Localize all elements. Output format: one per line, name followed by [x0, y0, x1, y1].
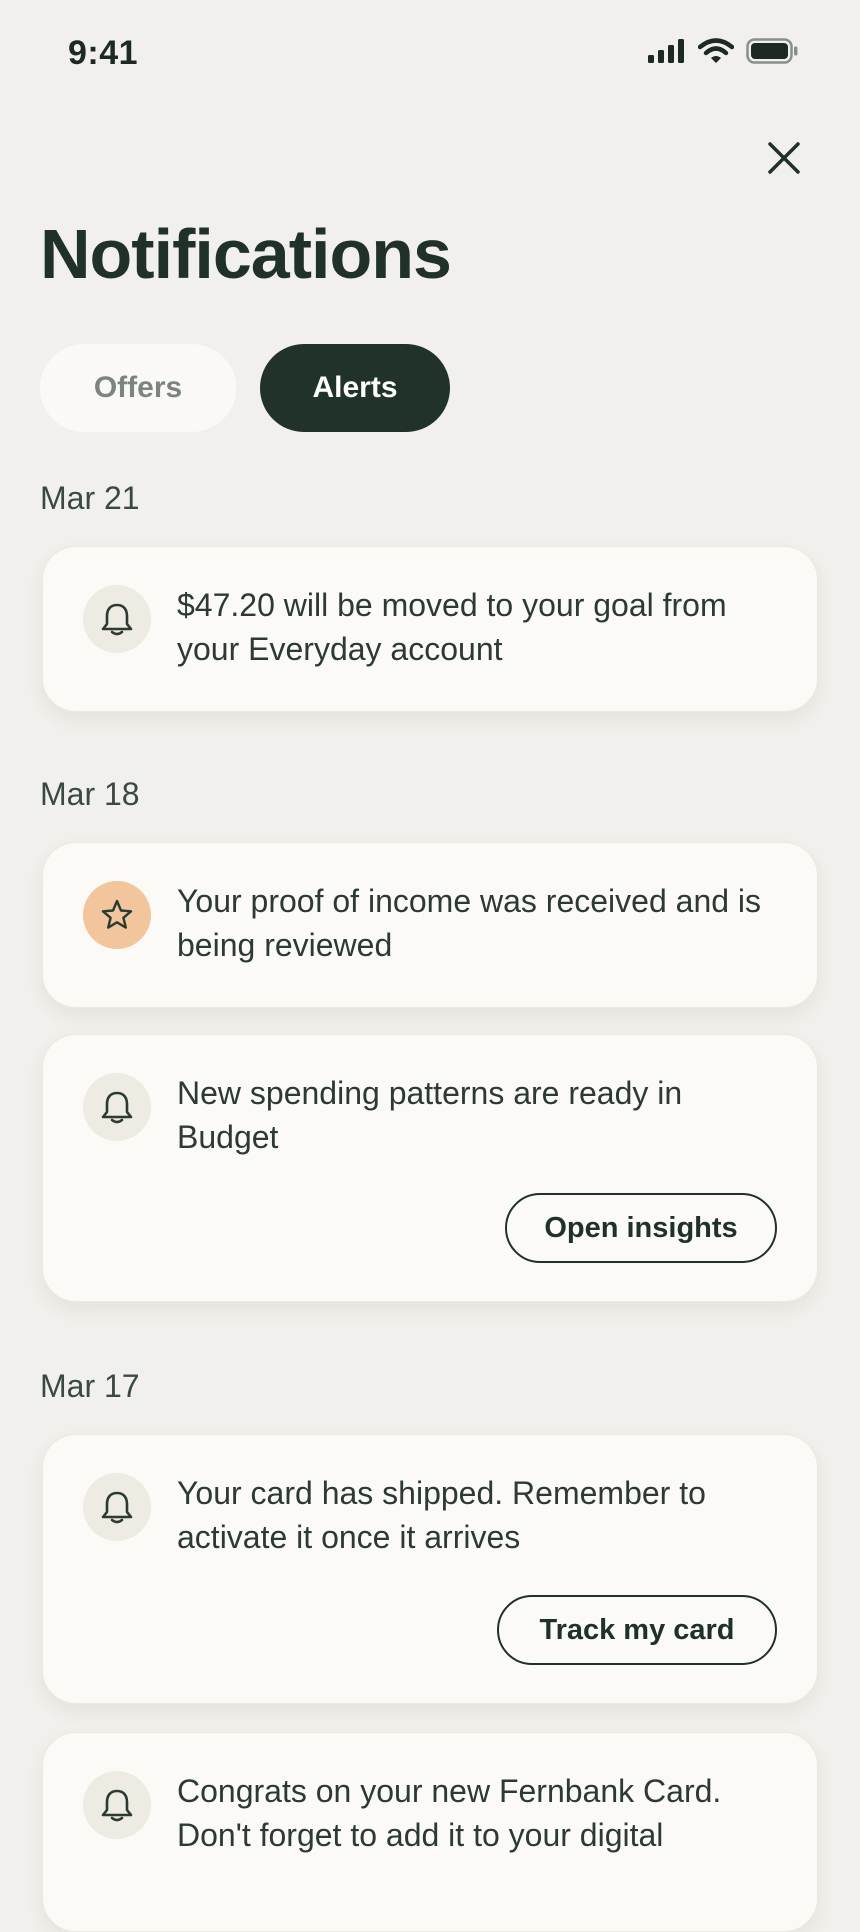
bell-icon [83, 1073, 151, 1141]
date-header: Mar 18 [40, 776, 140, 812]
close-icon [768, 142, 800, 174]
tab-alerts[interactable]: Alerts [260, 344, 450, 432]
notification-text: $47.20 will be moved to your goal from y… [177, 587, 727, 667]
status-icons [648, 38, 798, 64]
date-header: Mar 21 [40, 480, 140, 516]
tab-bar: Offers Alerts [40, 344, 450, 432]
status-bar: 9:41 [0, 0, 860, 110]
track-my-card-button[interactable]: Track my card [497, 1595, 777, 1665]
bell-icon [83, 585, 151, 653]
battery-icon [746, 38, 798, 64]
date-header: Mar 17 [40, 1368, 140, 1404]
notification-text: Congrats on your new Fernbank Card. Don'… [177, 1773, 722, 1853]
page-title: Notifications [40, 215, 452, 293]
bell-icon [83, 1771, 151, 1839]
notification-text: Your card has shipped. Remember to activ… [177, 1475, 706, 1555]
close-button[interactable] [760, 134, 808, 182]
notification-text: Your proof of income was received and is… [177, 883, 762, 963]
notification-text: New spending patterns are ready in Budge… [177, 1075, 683, 1155]
notification-card[interactable]: New spending patterns are ready in Budge… [42, 1034, 818, 1302]
notification-card[interactable]: $47.20 will be moved to your goal from y… [42, 546, 818, 712]
wifi-icon [698, 38, 734, 63]
notification-card[interactable]: Your card has shipped. Remember to activ… [42, 1434, 818, 1704]
star-icon [83, 881, 151, 949]
tab-offers[interactable]: Offers [40, 344, 236, 432]
bell-icon [83, 1473, 151, 1541]
notification-card[interactable]: Congrats on your new Fernbank Card. Don'… [42, 1732, 818, 1932]
signal-icon [648, 39, 684, 63]
notification-card[interactable]: Your proof of income was received and is… [42, 842, 818, 1008]
open-insights-button[interactable]: Open insights [505, 1193, 777, 1263]
status-time: 9:41 [68, 34, 139, 72]
